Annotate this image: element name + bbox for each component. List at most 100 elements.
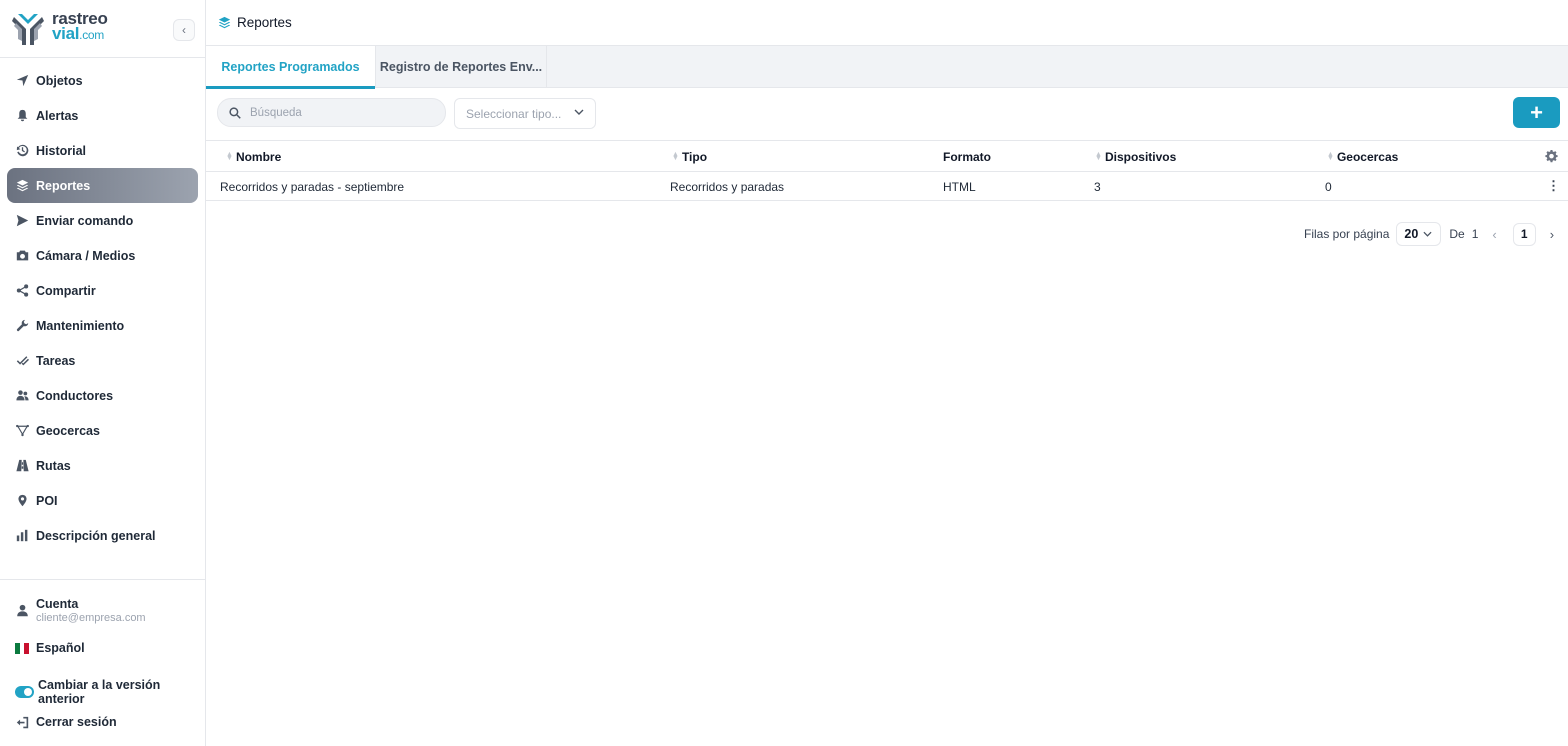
chevron-left-icon: ‹ [182, 23, 186, 37]
rows-per-page-select[interactable]: 20 [1396, 222, 1442, 246]
sidebar-item-rutas[interactable]: Rutas [7, 448, 198, 483]
double-check-icon [15, 354, 29, 368]
sidebar-item-descripcion-general[interactable]: Descripción general [7, 518, 198, 553]
column-header-geocercas[interactable]: ▲ ▼ Geocercas [1327, 150, 1398, 164]
logo-wordmark: rastreo vial.com [52, 10, 108, 43]
sidebar-item-label: Mantenimiento [36, 318, 125, 333]
send-icon [15, 214, 29, 228]
tab-label: Registro de Reportes Env... [379, 60, 543, 74]
rows-per-page-value: 20 [1404, 227, 1419, 241]
sidebar-footer: Cuenta cliente@empresa.com Español Cambi… [0, 579, 205, 729]
sidebar-item-alertas[interactable]: Alertas [7, 98, 198, 133]
sidebar-item-objetos[interactable]: Objetos [7, 63, 198, 98]
column-label: Dispositivos [1104, 150, 1177, 164]
main-content: Reportes Reportes Programados Registro d… [206, 0, 1568, 746]
report-type-select[interactable]: Seleccionar tipo... [454, 98, 596, 129]
users-icon [15, 389, 29, 403]
plus-icon: + [1530, 99, 1543, 125]
search-box[interactable] [217, 98, 446, 127]
page-header: Reportes [206, 0, 1568, 45]
sidebar-item-label: POI [36, 493, 58, 508]
sidebar-item-compartir[interactable]: Compartir [7, 273, 198, 308]
search-input[interactable] [250, 106, 430, 119]
layers-icon [15, 179, 29, 193]
logo-line2: vial.com [52, 25, 108, 43]
sidebar-item-label: Alertas [36, 108, 79, 123]
sidebar-item-label: Reportes [36, 178, 91, 193]
sort-icon[interactable]: ▲ ▼ [672, 151, 679, 162]
user-icon [15, 604, 29, 618]
add-report-button[interactable]: + [1513, 97, 1560, 128]
chevron-down-icon [1423, 229, 1432, 239]
column-header-nombre[interactable]: ▲ ▼ Nombre [226, 150, 281, 164]
navigation-arrow-icon [15, 74, 29, 88]
sidebar-item-conductores[interactable]: Conductores [7, 378, 198, 413]
mexico-flag-icon [15, 641, 30, 655]
table-row[interactable]: Recorridos y paradas - septiembre Recorr… [206, 172, 1568, 201]
reports-table: ▲ ▼ Nombre ▲ ▼ Tipo Formato ▲ ▼ Dispositivo… [206, 141, 1568, 201]
language-selector[interactable]: Español [7, 641, 198, 655]
account-text: Cuenta cliente@empresa.com [36, 597, 146, 624]
account-menu[interactable]: Cuenta cliente@empresa.com [7, 597, 198, 624]
legacy-toggle-label: Cambiar a la versión anterior [38, 678, 161, 706]
sort-icon[interactable]: ▲ ▼ [226, 151, 233, 162]
sidebar-item-historial[interactable]: Historial [7, 133, 198, 168]
sidebar-nav: Objetos Alertas Historial Reportes Envia… [0, 63, 205, 553]
toggle-switch-icon[interactable] [15, 685, 34, 699]
sidebar-item-reportes[interactable]: Reportes [7, 168, 198, 203]
next-page-button[interactable]: › [1550, 227, 1554, 242]
tab-label: Reportes Programados [221, 60, 360, 74]
sidebar-item-label: Conductores [36, 388, 114, 403]
cell-formato: HTML [943, 180, 976, 194]
polygon-icon [15, 424, 29, 438]
brand-header: rastreo vial.com ‹ [0, 0, 205, 58]
tab-registro-reportes-enviados[interactable]: Registro de Reportes Env... [376, 46, 547, 88]
collapse-sidebar-button[interactable]: ‹ [173, 19, 195, 41]
column-label: Formato [943, 150, 991, 164]
previous-page-button[interactable]: ‹ [1492, 227, 1496, 242]
of-label: De [1449, 227, 1465, 241]
logo-line2-suffix: .com [79, 28, 104, 42]
column-header-formato: Formato [943, 150, 991, 164]
sidebar-item-tareas[interactable]: Tareas [7, 343, 198, 378]
sidebar-item-label: Compartir [36, 283, 96, 298]
legacy-version-toggle[interactable]: Cambiar a la versión anterior [7, 678, 198, 706]
camera-icon [15, 249, 29, 263]
report-type-placeholder: Seleccionar tipo... [466, 106, 562, 121]
sidebar-item-poi[interactable]: POI [7, 483, 198, 518]
total-pages: 1 [1471, 227, 1479, 241]
wrench-icon [15, 319, 29, 333]
bell-icon [15, 109, 29, 123]
column-header-dispositivos[interactable]: ▲ ▼ Dispositivos [1095, 150, 1176, 164]
table-header: ▲ ▼ Nombre ▲ ▼ Tipo Formato ▲ ▼ Dispositivo… [206, 141, 1568, 172]
sidebar-item-geocercas[interactable]: Geocercas [7, 413, 198, 448]
bar-chart-icon [15, 529, 29, 543]
chevron-down-icon [574, 107, 584, 118]
sidebar-item-label: Tareas [36, 353, 76, 368]
sidebar-item-enviar-comando[interactable]: Enviar comando [7, 203, 198, 238]
column-label: Nombre [235, 150, 282, 164]
sidebar-item-camara-medios[interactable]: Cámara / Medios [7, 238, 198, 273]
row-menu-icon[interactable]: ⋮ [1547, 179, 1560, 192]
sidebar-item-label: Enviar comando [36, 213, 134, 228]
rows-per-page-label: Filas por página [1304, 227, 1390, 241]
tab-reportes-programados[interactable]: Reportes Programados [206, 46, 376, 89]
gear-icon[interactable] [1545, 150, 1558, 163]
page-title: Reportes [237, 15, 292, 30]
logout-button[interactable]: Cerrar sesión [7, 715, 198, 729]
cell-nombre: Recorridos y paradas - septiembre [220, 180, 405, 194]
column-label: Geocercas [1336, 150, 1399, 164]
column-label: Tipo [681, 150, 708, 164]
sort-icon[interactable]: ▲ ▼ [1095, 151, 1102, 162]
rastreovial-logo[interactable] [10, 11, 46, 47]
sidebar-item-label: Historial [36, 143, 87, 158]
column-header-tipo[interactable]: ▲ ▼ Tipo [672, 150, 707, 164]
sidebar-item-label: Geocercas [36, 423, 100, 438]
sidebar-item-label: Descripción general [36, 528, 156, 543]
sort-icon[interactable]: ▲ ▼ [1327, 151, 1334, 162]
current-page-button[interactable]: 1 [1512, 222, 1536, 246]
sidebar-item-mantenimiento[interactable]: Mantenimiento [7, 308, 198, 343]
logout-label: Cerrar sesión [36, 715, 117, 729]
history-icon [15, 144, 29, 158]
sidebar: rastreo vial.com ‹ Objetos Alertas Histo… [0, 0, 206, 746]
